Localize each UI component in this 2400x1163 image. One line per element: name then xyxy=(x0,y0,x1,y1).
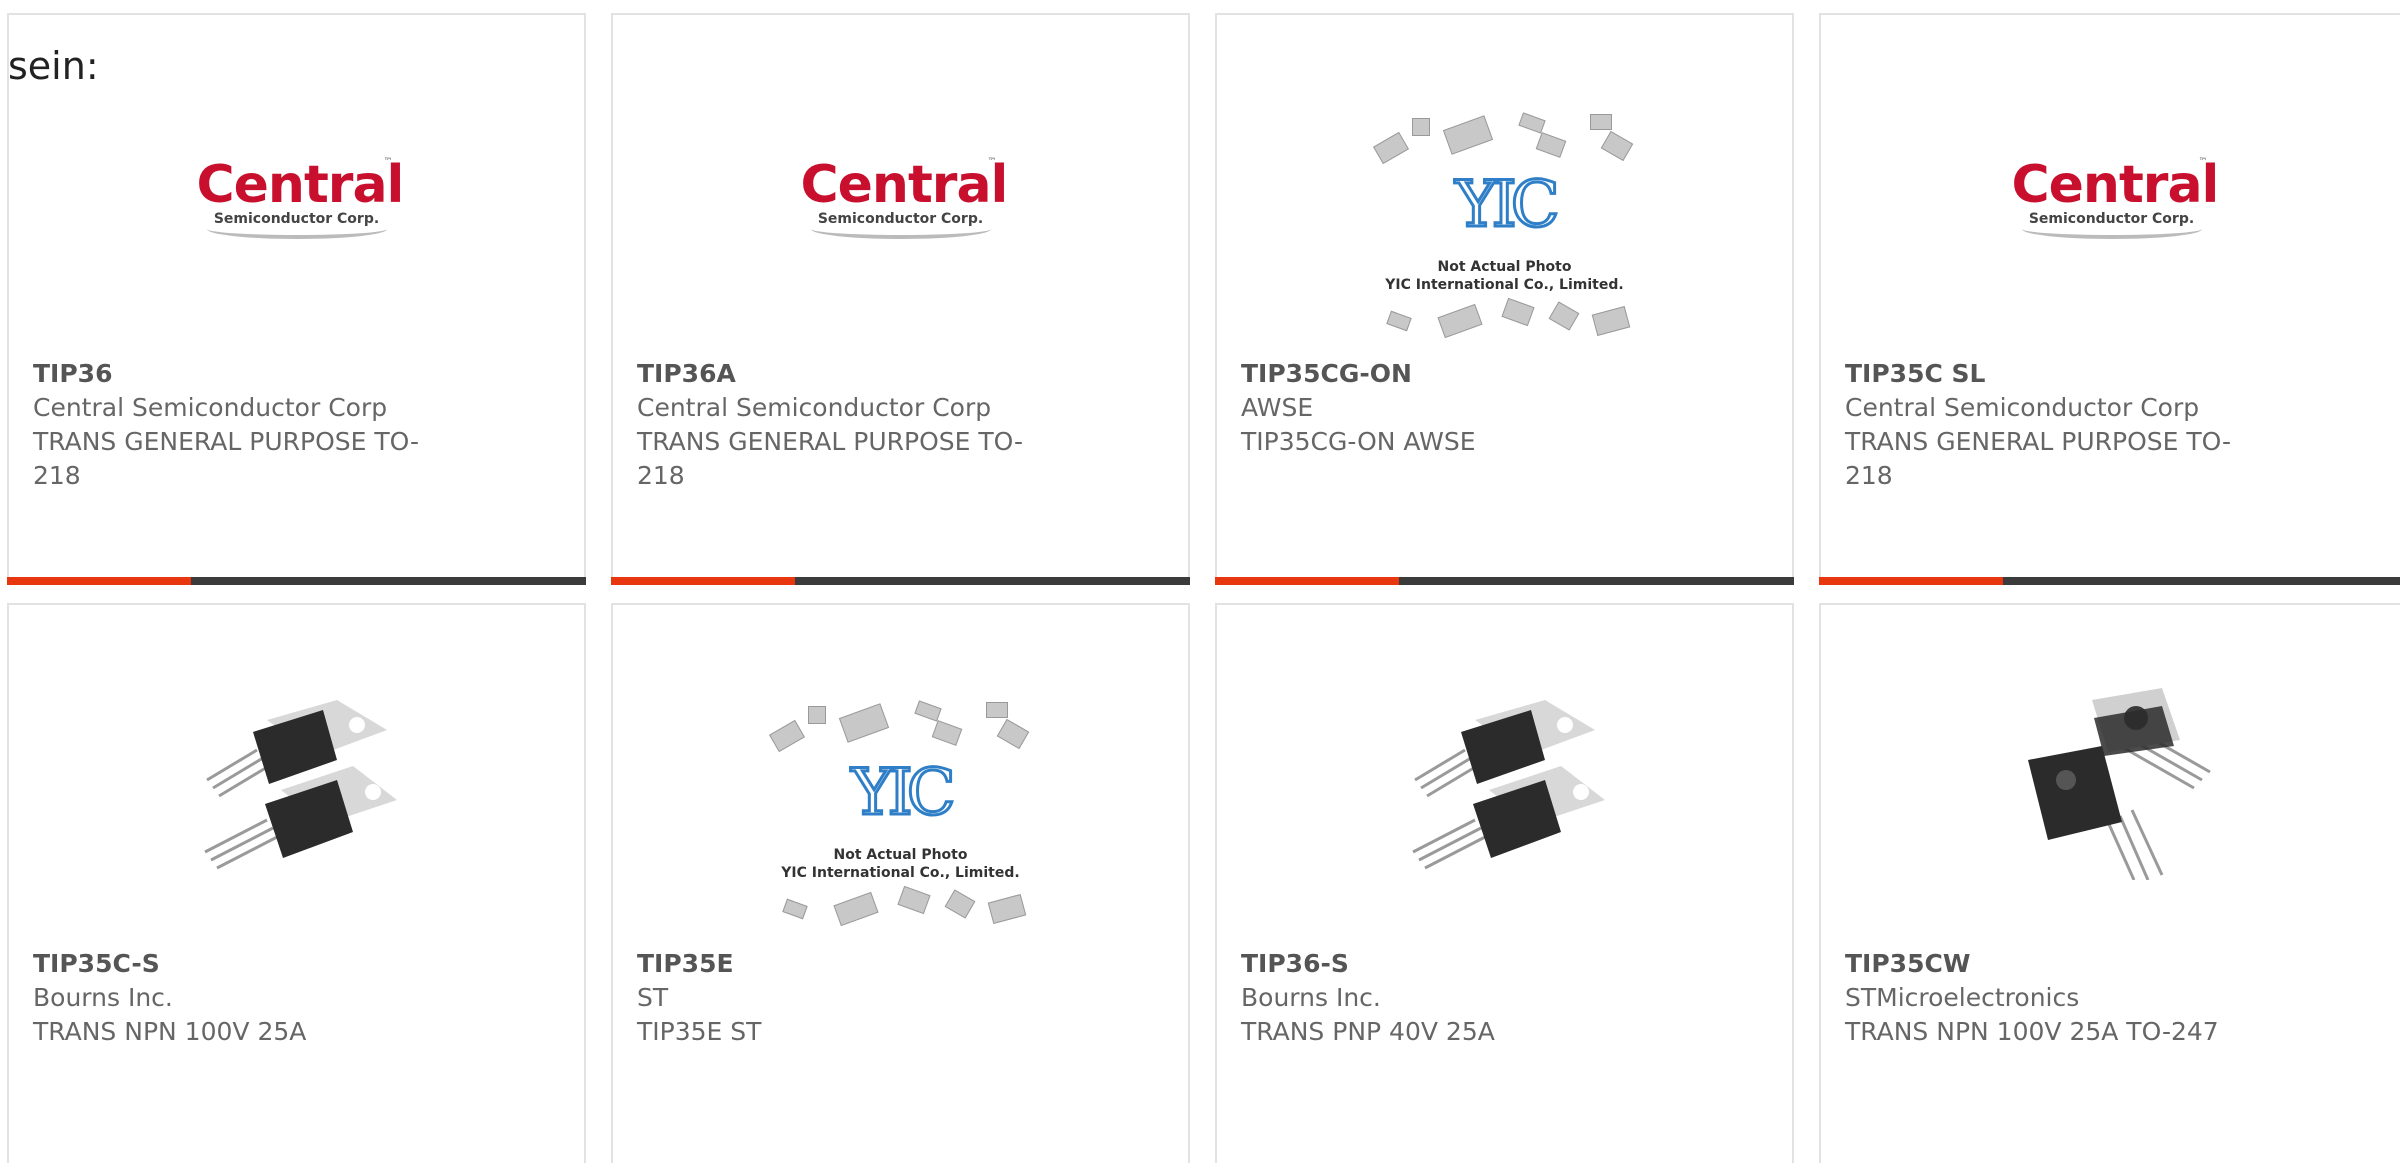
trademark: ™ xyxy=(987,157,997,167)
product-image-placeholder: YIC Not Actual Photo YIC International C… xyxy=(613,693,1188,943)
chip-icon xyxy=(832,891,879,927)
product-card[interactable]: Central ™ Semiconductor Corp. TIP36A Cen… xyxy=(611,13,1190,585)
product-card[interactable]: TIP36-S Bourns Inc. TRANS PNP 40V 25A xyxy=(1215,603,1794,1163)
logo-word: Central xyxy=(196,155,405,215)
card-bottom-bar xyxy=(611,577,1190,585)
part-number[interactable]: TIP35CW xyxy=(1845,947,2265,981)
intro-text: sein: xyxy=(8,44,99,88)
logo-swoosh xyxy=(810,219,991,239)
manufacturer: Bourns Inc. xyxy=(33,983,173,1012)
manufacturer: Central Semiconductor Corp xyxy=(637,393,992,422)
chip-icon xyxy=(987,893,1026,925)
chip-icon xyxy=(838,703,889,743)
product-image xyxy=(9,675,584,885)
chip-icon xyxy=(931,720,962,746)
bar-accent xyxy=(611,577,795,585)
trademark: ™ xyxy=(2198,157,2208,167)
part-number[interactable]: TIP36A xyxy=(637,357,1057,391)
description: TRANS GENERAL PURPOSE TO-218 xyxy=(637,427,1024,490)
trademark: ™ xyxy=(383,157,393,167)
chip-icon xyxy=(913,700,942,722)
chip-icon xyxy=(1589,114,1612,130)
yic-logo: YIC xyxy=(850,755,958,832)
caption-line-1: Not Actual Photo xyxy=(1437,259,1572,275)
logo-swoosh xyxy=(206,219,387,239)
part-number[interactable]: TIP36-S xyxy=(1241,947,1661,981)
bar-accent xyxy=(1819,577,2003,585)
description: TRANS GENERAL PURPOSE TO-218 xyxy=(33,427,420,490)
description: TIP35CG-ON AWSE xyxy=(1241,427,1476,456)
product-card[interactable]: Central ™ Semiconductor Corp. TIP36 Cent… xyxy=(7,13,586,585)
chip-icon xyxy=(944,889,975,919)
chip-icon xyxy=(1600,130,1633,162)
product-card[interactable]: TIP35CW STMicroelectronics TRANS NPN 100… xyxy=(1819,603,2400,1163)
card-bottom-bar xyxy=(1215,577,1794,585)
caption-line-2: YIC International Co., Limited. xyxy=(1385,277,1624,293)
caption-line-2: YIC International Co., Limited. xyxy=(781,865,1020,881)
chip-icon xyxy=(1385,310,1412,332)
product-card[interactable]: YIC Not Actual Photo YIC International C… xyxy=(611,603,1190,1163)
placeholder-caption: Not Actual Photo YIC International Co., … xyxy=(766,846,1036,882)
logo-swoosh xyxy=(2021,219,2202,239)
part-number[interactable]: TIP35C SL xyxy=(1845,357,2265,391)
chip-icon xyxy=(1436,303,1483,339)
bar-accent xyxy=(1215,577,1399,585)
part-number[interactable]: TIP35E xyxy=(637,947,1057,981)
description: TRANS PNP 40V 25A xyxy=(1241,1017,1495,1046)
chip-icon xyxy=(768,719,805,753)
product-image xyxy=(1821,675,2400,885)
product-grid-page: sein: Central ™ Semiconductor Corp. TIP3… xyxy=(0,0,2400,1163)
manufacturer: Central Semiconductor Corp xyxy=(33,393,388,422)
manufacturer: AWSE xyxy=(1241,393,1314,422)
yic-logo: YIC xyxy=(1454,167,1562,244)
description: TRANS GENERAL PURPOSE TO-218 xyxy=(1845,427,2232,490)
card-bottom-bar xyxy=(1819,577,2400,585)
product-image-placeholder: YIC Not Actual Photo YIC International C… xyxy=(1217,105,1792,355)
manufacturer-logo: Central ™ Semiconductor Corp. xyxy=(9,145,584,255)
transistor-to220-icon xyxy=(203,700,397,870)
chip-icon xyxy=(1517,112,1546,134)
manufacturer-logo: Central ™ Semiconductor Corp. xyxy=(613,145,1188,255)
description: TRANS NPN 100V 25A xyxy=(33,1017,307,1046)
manufacturer: Bourns Inc. xyxy=(1241,983,1381,1012)
chip-icon xyxy=(985,702,1008,718)
product-card[interactable]: YIC Not Actual Photo YIC International C… xyxy=(1215,13,1794,585)
chip-icon xyxy=(781,898,808,920)
chip-icon xyxy=(807,706,826,724)
manufacturer: STMicroelectronics xyxy=(1845,983,2080,1012)
product-image xyxy=(1217,675,1792,885)
logo-word: Central xyxy=(800,155,1009,215)
part-number[interactable]: TIP35C-S xyxy=(33,947,453,981)
chip-icon xyxy=(896,885,931,915)
part-number[interactable]: TIP36 xyxy=(33,357,453,391)
manufacturer: Central Semiconductor Corp xyxy=(1845,393,2200,422)
chip-icon xyxy=(1442,115,1493,155)
caption-line-1: Not Actual Photo xyxy=(833,847,968,863)
chip-icon xyxy=(1591,305,1630,337)
chip-icon xyxy=(1411,118,1430,136)
product-card[interactable]: TIP35C-S Bourns Inc. TRANS NPN 100V 25A xyxy=(7,603,586,1163)
chip-icon xyxy=(1372,131,1409,165)
manufacturer: ST xyxy=(637,983,669,1012)
transistor-to220-icon xyxy=(1411,700,1605,870)
chip-icon xyxy=(1500,297,1535,327)
description: TRANS NPN 100V 25A TO-247 xyxy=(1845,1017,2219,1046)
product-card[interactable]: Central ™ Semiconductor Corp. TIP35C SL … xyxy=(1819,13,2400,585)
manufacturer-logo: Central ™ Semiconductor Corp. xyxy=(1821,145,2400,255)
chip-icon xyxy=(1548,301,1579,331)
chip-icon xyxy=(996,718,1029,750)
part-number[interactable]: TIP35CG-ON xyxy=(1241,357,1661,391)
card-bottom-bar xyxy=(7,577,586,585)
logo-word: Central xyxy=(2011,155,2220,215)
description: TIP35E ST xyxy=(637,1017,762,1046)
transistor-to247-icon xyxy=(2027,688,2211,880)
bar-accent xyxy=(7,577,191,585)
chip-icon xyxy=(1535,132,1566,158)
placeholder-caption: Not Actual Photo YIC International Co., … xyxy=(1370,258,1640,294)
